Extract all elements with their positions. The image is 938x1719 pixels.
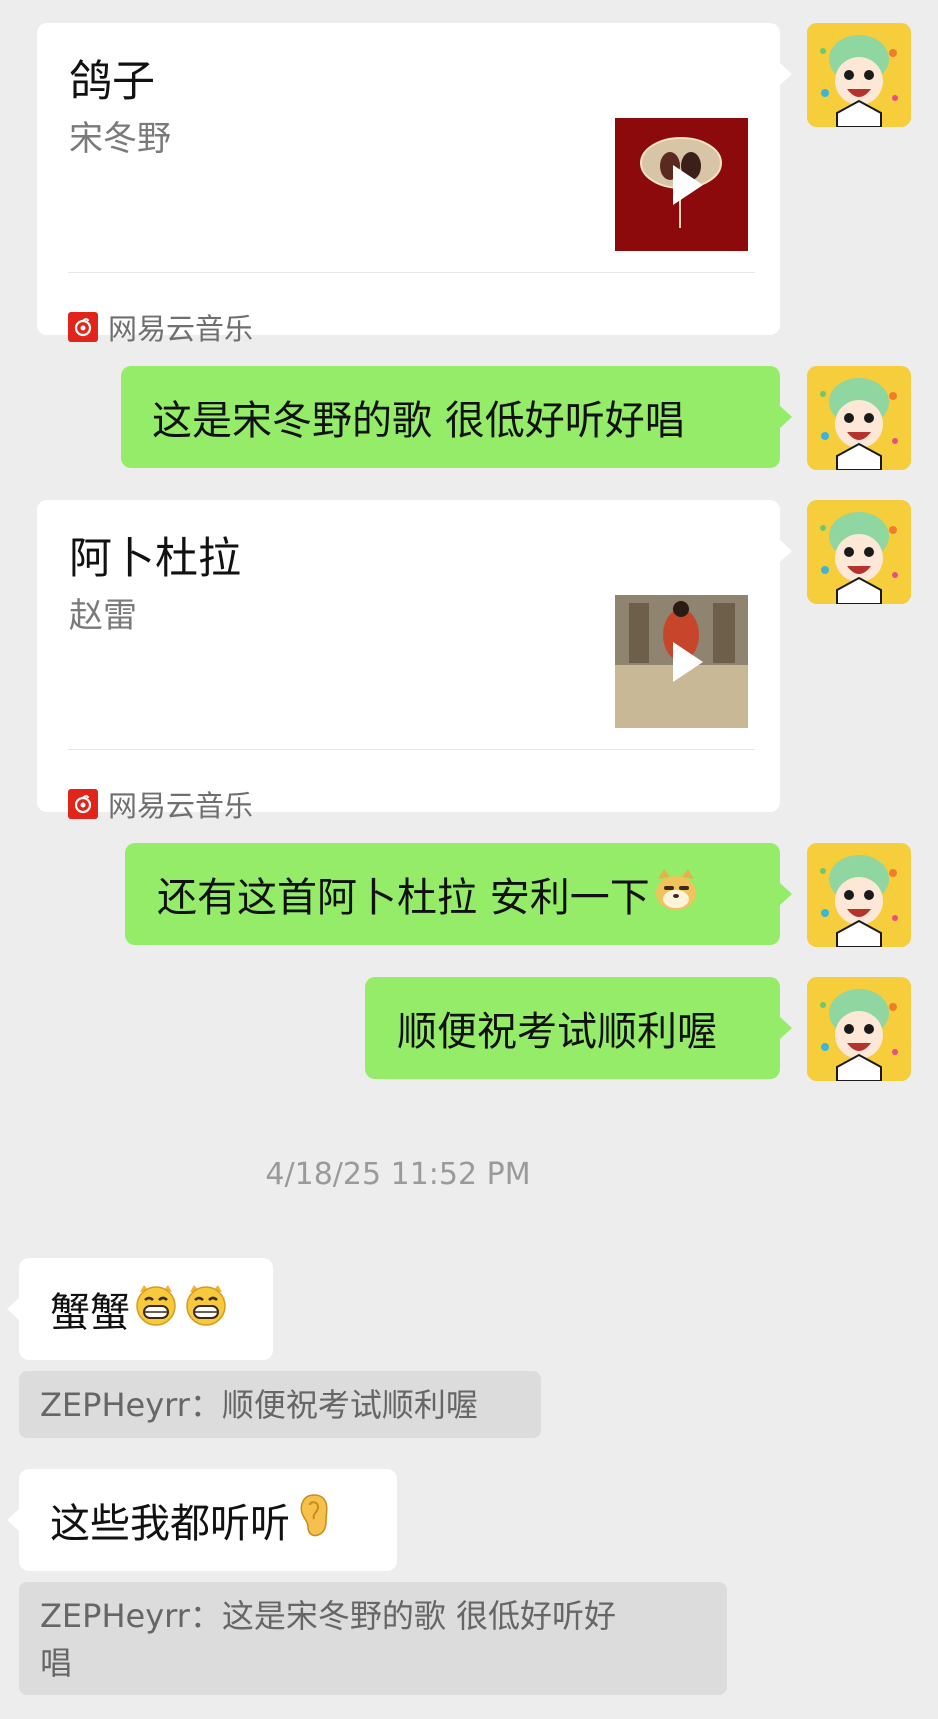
source-label: 网易云音乐: [108, 312, 254, 346]
netease-music-icon: [68, 789, 98, 819]
received-message-bubble[interactable]: 蟹蟹: [19, 1258, 273, 1360]
received-message-bubble[interactable]: 这些我都听听: [19, 1469, 397, 1571]
bubble-tail: [7, 1298, 19, 1320]
ear-emoji: [294, 1491, 334, 1549]
bubble-tail: [780, 406, 792, 428]
album-cover[interactable]: [615, 118, 748, 251]
grin-emoji: [132, 1280, 180, 1338]
bubble-tail: [780, 540, 792, 562]
timestamp: 4/18/25 11:52 PM: [265, 1157, 531, 1192]
avatar-image: [807, 977, 911, 1081]
avatar-image: [807, 843, 911, 947]
message-text: 这是宋冬野的歌 很低好听好唱: [152, 398, 685, 444]
song-title: 阿卜杜拉: [69, 534, 241, 584]
music-source: 网易云音乐: [68, 306, 253, 348]
quote-text: ZEPHeyrr：顺便祝考试顺利喔: [40, 1386, 478, 1424]
bubble-tail: [780, 883, 792, 905]
bubble-tail: [780, 1017, 792, 1039]
avatar-image: [807, 23, 911, 127]
avatar-image: [807, 366, 911, 470]
quote-text-line1: ZEPHeyrr：这是宋冬野的歌 很低好听好: [40, 1597, 617, 1635]
source-label: 网易云音乐: [108, 789, 254, 823]
avatar[interactable]: [807, 366, 911, 470]
message-text: 顺便祝考试顺利喔: [397, 1009, 717, 1055]
bubble-tail: [7, 1509, 19, 1531]
doge-emoji: [652, 865, 700, 923]
message-text: 这些我都听听: [50, 1501, 290, 1547]
quoted-message[interactable]: ZEPHeyrr：这是宋冬野的歌 很低好听好 唱: [19, 1582, 727, 1695]
netease-music-icon: [68, 312, 98, 342]
music-source: 网易云音乐: [68, 783, 253, 825]
avatar[interactable]: [807, 23, 911, 127]
album-cover[interactable]: [615, 595, 748, 728]
grin-emoji: [182, 1280, 230, 1338]
song-artist: 赵雷: [69, 596, 137, 636]
song-artist: 宋冬野: [69, 119, 171, 159]
song-title: 鸽子: [69, 57, 155, 107]
sent-message-bubble[interactable]: 顺便祝考试顺利喔: [365, 977, 780, 1079]
message-text: 还有这首阿卜杜拉 安利一下: [157, 875, 650, 921]
sent-message-bubble[interactable]: 这是宋冬野的歌 很低好听好唱: [121, 366, 780, 468]
sent-message-bubble[interactable]: 还有这首阿卜杜拉 安利一下: [125, 843, 780, 945]
message-text: 蟹蟹: [50, 1290, 130, 1336]
quote-text-line2: 唱: [40, 1644, 73, 1682]
avatar[interactable]: [807, 843, 911, 947]
music-card-gezi[interactable]: 鸽子 宋冬野 网易云音乐: [37, 23, 780, 346]
quoted-message[interactable]: ZEPHeyrr：顺便祝考试顺利喔: [19, 1371, 541, 1438]
avatar-image: [807, 500, 911, 604]
avatar[interactable]: [807, 977, 911, 1081]
divider: [68, 272, 755, 273]
avatar[interactable]: [807, 500, 911, 604]
music-card-abudula[interactable]: 阿卜杜拉 赵雷 网易云音乐: [37, 500, 780, 823]
bubble-tail: [780, 63, 792, 85]
divider: [68, 749, 755, 750]
